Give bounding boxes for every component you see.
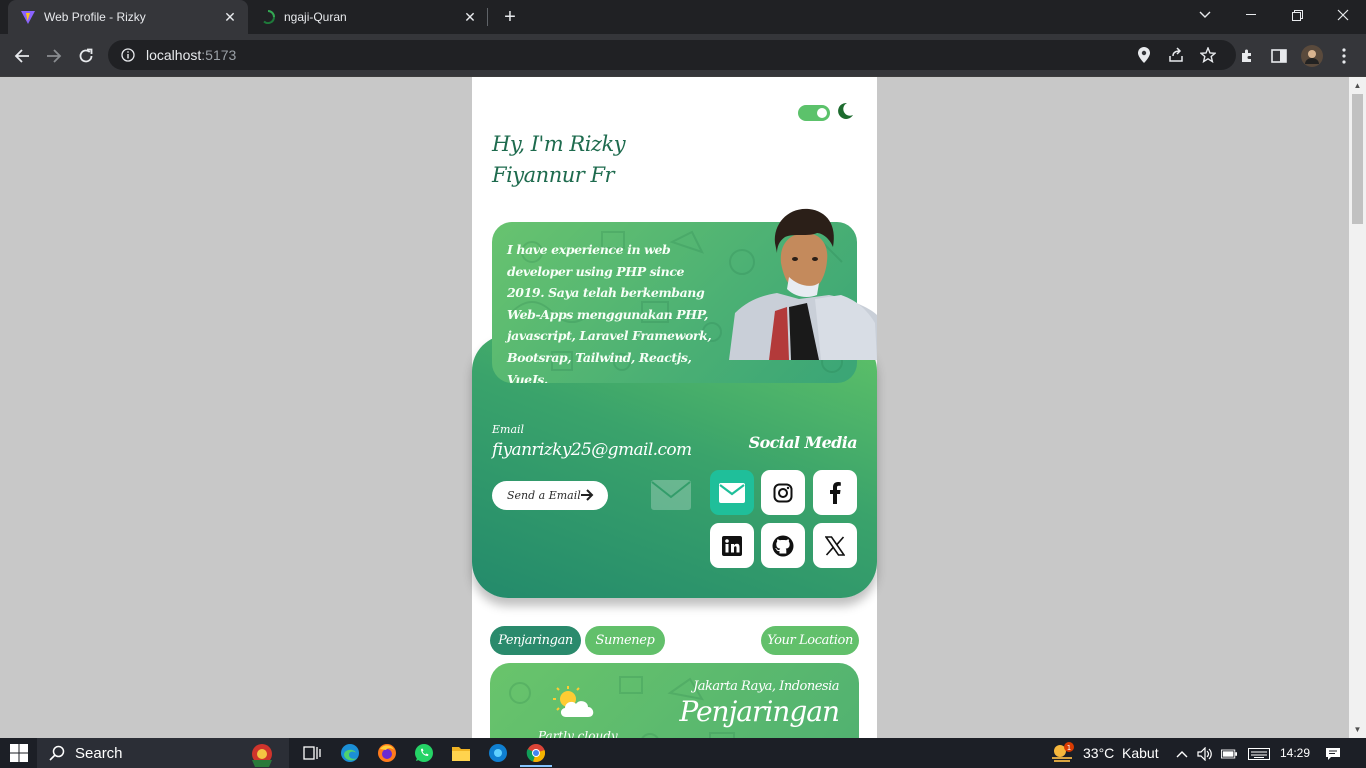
arrow-right-icon (581, 489, 594, 501)
url-text: localhost:5173 (146, 47, 236, 63)
location-pin-icon[interactable] (1135, 46, 1153, 64)
chrome-menu-icon[interactable] (1330, 42, 1358, 70)
close-tab-icon[interactable]: ✕ (458, 5, 482, 29)
scroll-up-arrow[interactable]: ▲ (1353, 81, 1362, 90)
scroll-down-arrow[interactable]: ▼ (1353, 725, 1362, 734)
file-explorer-icon[interactable] (449, 741, 473, 765)
side-panel-icon[interactable] (1265, 42, 1293, 70)
site-info-icon[interactable] (120, 47, 136, 63)
social-media-title: Social Media (748, 433, 858, 452)
windows-start-icon[interactable] (10, 744, 28, 762)
minimize-button[interactable] (1228, 0, 1274, 30)
send-email-button[interactable]: Send a Email (492, 481, 608, 510)
weather-city: Penjaringan (679, 695, 840, 728)
bio-text: I have experience in web developer using… (507, 242, 712, 383)
edge-icon[interactable] (338, 741, 362, 765)
volume-icon[interactable] (1197, 746, 1213, 762)
tab-search-icon[interactable] (1182, 0, 1228, 30)
send-email-label: Send a Email (507, 489, 581, 502)
theme-toggle-switch[interactable] (798, 105, 830, 121)
reload-button[interactable] (72, 42, 100, 70)
github-button[interactable] (761, 523, 805, 568)
battery-icon[interactable] (1221, 746, 1237, 762)
browser-tab-strip: Web Profile - Rizky ✕ ngaji-Quran ✕ + (0, 0, 1366, 34)
search-highlight-icon (252, 744, 272, 767)
envelope-decor-icon (651, 480, 691, 510)
url-host: localhost (146, 47, 202, 63)
active-app-indicator (520, 765, 552, 767)
tab-separator (487, 8, 488, 26)
chevron-up-icon[interactable] (1174, 746, 1190, 762)
page-title: Hy, I'm Rizky Fiyannur Fr (492, 132, 626, 187)
back-button[interactable] (8, 42, 36, 70)
url-port: :5173 (201, 47, 237, 63)
windows-taskbar: Search 1 33°C Kabut 14:29 (0, 738, 1366, 768)
partly-cloudy-icon (553, 686, 594, 717)
your-location-button[interactable]: Your Location (761, 626, 859, 655)
search-icon (49, 745, 65, 761)
tab-title: Web Profile - Rizky (44, 10, 146, 24)
weather-condition: Partly cloudy (538, 729, 618, 738)
page-viewport: Hy, I'm Rizky Fiyannur Fr I have experie… (0, 77, 1349, 738)
notification-icon[interactable] (1325, 746, 1341, 762)
loading-spinner-icon (260, 9, 276, 25)
weather-widget-icon[interactable]: 1 (1050, 741, 1074, 765)
keyboard-icon[interactable] (1248, 746, 1270, 762)
task-view-icon[interactable] (300, 741, 324, 765)
close-tab-icon[interactable]: ✕ (218, 5, 242, 29)
share-icon[interactable] (1167, 46, 1185, 64)
firefox-icon[interactable] (375, 741, 399, 765)
extensions-icon[interactable] (1233, 42, 1261, 70)
x-icon (825, 535, 845, 556)
close-window-button[interactable] (1320, 0, 1366, 30)
bookmark-star-icon[interactable] (1199, 46, 1217, 64)
linkedin-button[interactable] (710, 523, 754, 568)
restore-button[interactable] (1274, 0, 1320, 30)
profile-photo (729, 208, 877, 360)
city-tab-sumenep[interactable]: Sumenep (585, 626, 665, 655)
email-label: Email (492, 423, 525, 436)
facebook-button[interactable] (813, 470, 857, 515)
scrollbar-thumb[interactable] (1352, 94, 1363, 224)
taskbar-temperature[interactable]: 33°C (1083, 745, 1114, 761)
chrome-icon[interactable] (524, 741, 548, 765)
profile-avatar[interactable] (1298, 42, 1326, 70)
facebook-icon (830, 481, 841, 504)
moon-icon (838, 102, 853, 119)
edge-beta-icon[interactable] (486, 741, 510, 765)
weather-badge: 1 (1067, 744, 1071, 752)
forward-button[interactable] (40, 42, 68, 70)
tab-ngaji-quran[interactable]: ngaji-Quran ✕ (248, 0, 488, 34)
taskbar-weather-text[interactable]: Kabut (1122, 745, 1159, 761)
address-bar[interactable]: localhost:5173 (108, 40, 1236, 70)
taskbar-clock[interactable]: 14:29 (1280, 746, 1310, 760)
vite-icon (20, 9, 36, 25)
github-icon (772, 535, 794, 556)
taskbar-search-box[interactable]: Search (37, 738, 289, 768)
weather-card: Jakarta Raya, Indonesia Penjaringan Part… (490, 663, 859, 738)
new-tab-button[interactable]: + (498, 5, 522, 29)
linkedin-icon (722, 535, 742, 556)
instagram-button[interactable] (761, 470, 805, 515)
email-social-button[interactable] (710, 470, 754, 515)
email-icon (719, 482, 745, 503)
weather-location: Jakarta Raya, Indonesia (693, 679, 839, 694)
toggle-knob (817, 108, 827, 118)
page-scrollbar[interactable]: ▲ ▼ (1349, 77, 1366, 738)
tab-title: ngaji-Quran (284, 10, 347, 24)
city-tab-penjaringan[interactable]: Penjaringan (490, 626, 581, 655)
taskbar-search-label: Search (75, 744, 123, 762)
x-twitter-button[interactable] (813, 523, 857, 568)
instagram-icon (773, 483, 793, 502)
profile-page: Hy, I'm Rizky Fiyannur Fr I have experie… (472, 77, 877, 738)
whatsapp-icon[interactable] (412, 741, 436, 765)
tab-web-profile[interactable]: Web Profile - Rizky ✕ (8, 0, 248, 34)
email-address: fiyanrizky25@gmail.com (492, 440, 692, 460)
